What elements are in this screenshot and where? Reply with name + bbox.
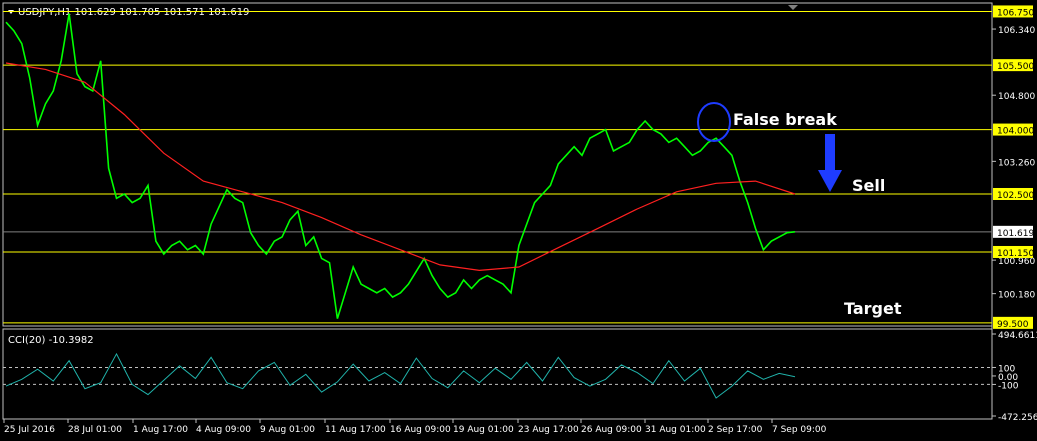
chart-canvas[interactable]: USDJPY,H1 101.629 101.705 101.571 101.61… [0,0,1037,441]
x-tick-label: 7 Sep 09:00 [772,425,827,435]
x-tick-label: 4 Aug 09:00 [196,425,251,435]
target-label: Target [844,299,902,318]
sell-arrow-icon [818,134,842,192]
level-price-label: 104.000 [997,127,1034,137]
y-tick-label: 100.180 [998,291,1035,301]
symbol-info-text: USDJPY,H1 101.629 101.705 101.571 101.61… [18,7,249,18]
scroll-marker-icon[interactable] [788,5,798,10]
level-price-label: 106.750 [997,8,1034,18]
level-price-label: 101.150 [997,249,1034,259]
x-tick-label: 28 Jul 01:00 [68,425,122,435]
price-series-layer [5,13,796,319]
x-tick-label: 1 Aug 17:00 [133,425,188,435]
x-tick-label: 16 Aug 09:00 [390,425,451,435]
y-tick-label: 103.260 [998,158,1035,168]
trading-chart-window: USDJPY,H1 101.629 101.705 101.571 101.61… [0,0,1037,441]
x-tick-label: 26 Aug 09:00 [581,425,642,435]
level-price-label: 105.500 [997,62,1034,72]
cci-label: CCI(20) -10.3982 [8,335,94,346]
time-axis: 25 Jul 2016 28 Jul 01:00 1 Aug 17:00 4 Aug … [3,419,827,435]
main-chart-frame [2,2,993,327]
chart-menu-chevron-icon[interactable] [8,10,14,14]
cci-scale-label: -472.2561 [998,413,1037,423]
sell-label: Sell [852,176,885,195]
y-tick-label: 106.340 [998,26,1035,36]
cci-line [5,352,796,399]
x-tick-label: 31 Aug 01:00 [645,425,706,435]
horizontal-levels [3,10,992,324]
y-tick-label: 104.800 [998,92,1035,102]
moving-average-line [5,62,796,272]
cci-scale-label: 494.6611 [998,331,1037,341]
cci-indicator-layer: 494.66111000.00-100-472.2561 [3,331,1037,423]
x-tick-label: 25 Jul 2016 [4,425,55,435]
cci-scale-label: -100 [998,381,1019,391]
price-axis: 106.340104.800103.260100.960100.180106.7… [992,5,1035,330]
current-price-label: 101.619 [997,229,1034,239]
level-price-label: 99.500 [997,320,1029,330]
price-series-line [5,13,796,319]
level-price-label: 102.500 [997,191,1034,201]
x-tick-label: 23 Aug 17:00 [518,425,579,435]
false-break-label: False break [733,110,837,129]
x-tick-label: 2 Sep 17:00 [708,425,763,435]
x-tick-label: 19 Aug 01:00 [453,425,514,435]
x-tick-label: 11 Aug 17:00 [325,425,386,435]
false-break-circle [697,102,731,142]
x-tick-label: 9 Aug 01:00 [260,425,315,435]
indicator-frame [2,328,993,420]
